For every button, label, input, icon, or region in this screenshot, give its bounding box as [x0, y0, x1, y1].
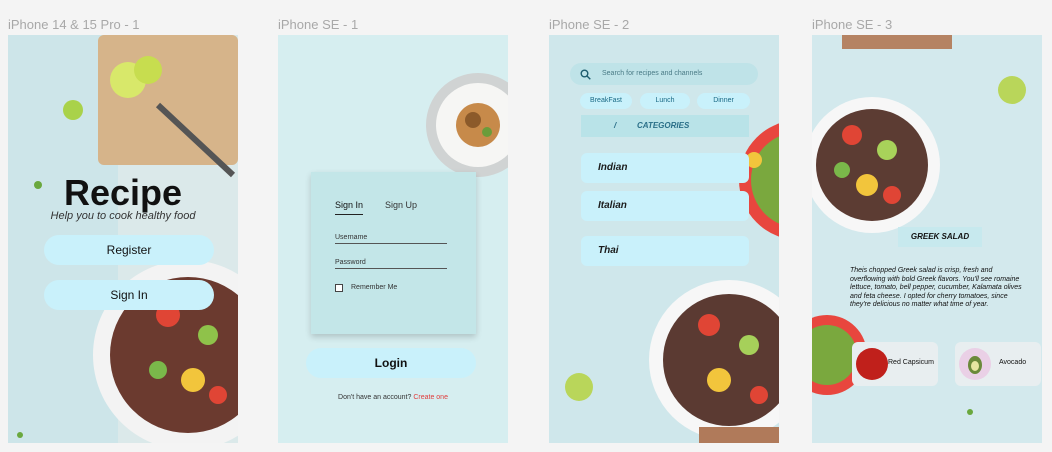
category-italian[interactable]: Italian — [581, 191, 749, 221]
username-underline — [335, 243, 447, 244]
register-button[interactable]: Register — [44, 235, 214, 265]
chip-lunch[interactable]: Lunch — [640, 93, 690, 109]
category-thai[interactable]: Thai — [581, 236, 749, 266]
remember-me-checkbox[interactable] — [335, 284, 343, 292]
password-underline — [335, 268, 447, 269]
dish-description: Theis chopped Greek salad is crisp, fres… — [850, 267, 1022, 308]
categories-header: / CATEGORIES — [581, 115, 749, 137]
signup-prompt-text: Don't have an account? — [338, 394, 412, 401]
search-placeholder: Search for recipes and channels — [602, 70, 703, 77]
username-field[interactable]: Username — [335, 234, 367, 241]
frame-iphone-14-pro-1: Recipe Help you to cook healthy food Reg… — [8, 35, 238, 443]
ingredient-card-red-capsicum[interactable]: Red Capsicum — [852, 342, 938, 386]
search-input[interactable]: Search for recipes and channels — [570, 63, 758, 85]
signup-prompt: Don't have an account? Create one — [278, 394, 508, 401]
tab-sign-in[interactable]: Sign In — [335, 200, 364, 215]
ingredient-label: Red Capsicum — [888, 359, 934, 366]
frame-label-2: iPhone SE - 1 — [278, 17, 359, 32]
categories-bar-icon: / — [614, 121, 617, 130]
frame-label-3: iPhone SE - 2 — [549, 17, 630, 32]
chip-dinner[interactable]: Dinner — [697, 93, 750, 109]
remember-me-label: Remember Me — [351, 284, 398, 291]
ingredient-label: Avocado — [999, 359, 1027, 366]
login-button[interactable]: Login — [306, 348, 476, 378]
frame-iphone-se-1: Sign In Sign Up Username Password Rememb… — [278, 35, 508, 443]
frame-label-1: iPhone 14 & 15 Pro - 1 — [8, 17, 140, 32]
app-title: Recipe — [63, 172, 183, 213]
app-subtitle: Help you to cook healthy food — [50, 210, 196, 222]
frame-iphone-se-2: Search for recipes and channels BreakFas… — [549, 35, 779, 443]
category-indian[interactable]: Indian — [581, 153, 749, 183]
search-icon — [580, 69, 591, 80]
create-account-link[interactable]: Create one — [413, 394, 448, 401]
auth-card: Sign In Sign Up Username Password Rememb… — [311, 172, 476, 334]
dish-title: GREEK SALAD — [898, 227, 982, 247]
tab-sign-up[interactable]: Sign Up — [385, 200, 417, 210]
categories-title: CATEGORIES — [637, 121, 690, 130]
red-capsicum-icon — [856, 348, 888, 380]
password-field[interactable]: Password — [335, 259, 366, 266]
food-photo — [426, 73, 508, 177]
chip-breakfast[interactable]: BreakFast — [580, 93, 632, 109]
ingredient-card-avocado[interactable]: Avocado — [955, 342, 1041, 386]
sign-in-button[interactable]: Sign In — [44, 280, 214, 310]
frame-iphone-se-3: GREEK SALAD Theis chopped Greek salad is… — [812, 35, 1042, 443]
frame-label-4: iPhone SE - 3 — [812, 17, 893, 32]
avocado-icon — [959, 348, 991, 380]
